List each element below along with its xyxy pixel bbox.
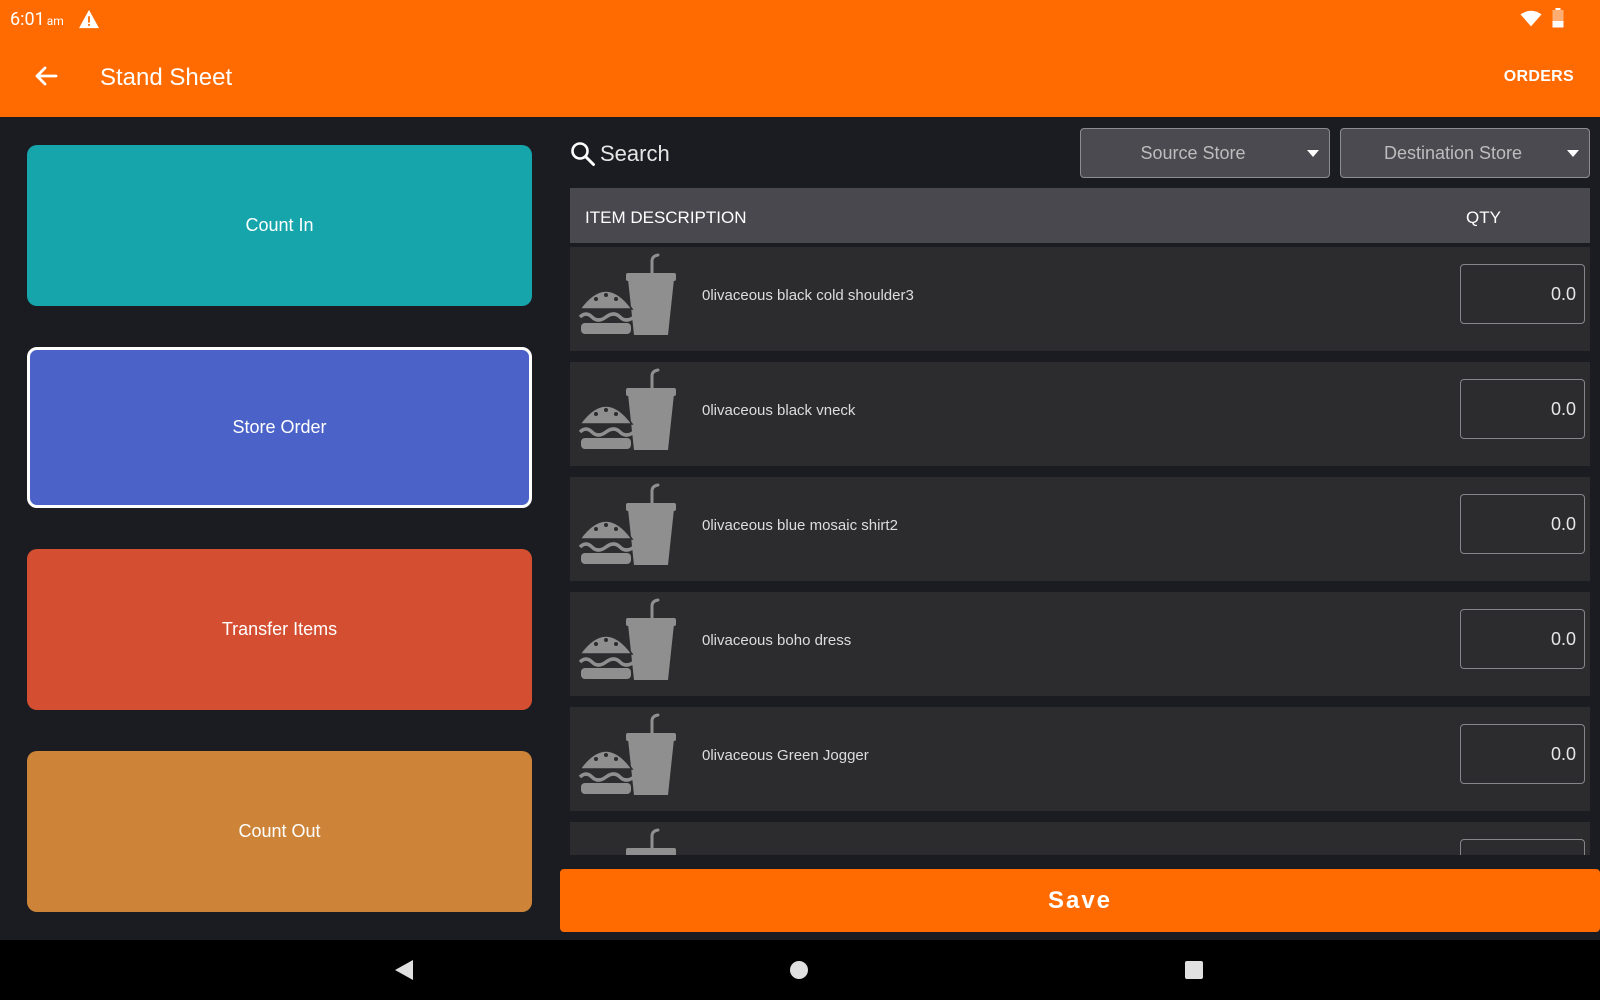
wifi-icon xyxy=(1520,10,1542,27)
item-description: 0livaceous black cold shoulder3 xyxy=(702,287,914,304)
warning-icon xyxy=(79,9,99,29)
food-drink-icon xyxy=(578,828,676,855)
count-in-button[interactable]: Count In xyxy=(27,145,532,306)
caret-down-icon xyxy=(1567,150,1579,157)
food-drink-icon xyxy=(578,368,676,450)
status-time-value: 6:01 xyxy=(10,9,45,30)
app-bar: Stand Sheet ORDERS xyxy=(0,38,1600,117)
food-drink-icon xyxy=(578,253,676,335)
column-header-description: ITEM DESCRIPTION xyxy=(585,208,747,227)
search-bar xyxy=(570,134,1070,174)
table-row[interactable]: 0livaceous boho dress 0.0 xyxy=(570,592,1590,696)
column-header-qty: QTY xyxy=(1466,208,1501,227)
search-input[interactable] xyxy=(600,141,1040,167)
nav-recents-icon[interactable] xyxy=(1185,961,1203,979)
item-description: 0livaceous Green Jogger xyxy=(702,747,869,764)
food-drink-icon xyxy=(578,713,676,795)
item-description: 0livaceous blue mosaic shirt2 xyxy=(702,517,898,534)
table-row[interactable]: 0livaceous black vneck 0.0 xyxy=(570,362,1590,466)
qty-input[interactable] xyxy=(1460,839,1585,855)
item-description: 0livaceous boho dress xyxy=(702,632,852,649)
save-button[interactable]: Save xyxy=(560,869,1600,932)
food-drink-icon xyxy=(578,483,676,565)
table-row[interactable]: 0livaceous black cold shoulder3 0.0 xyxy=(570,247,1590,351)
destination-store-dropdown[interactable]: Destination Store xyxy=(1340,128,1590,178)
nav-home-icon[interactable] xyxy=(790,961,808,979)
search-icon[interactable] xyxy=(570,141,596,167)
qty-input[interactable]: 0.0 xyxy=(1460,494,1585,554)
source-store-dropdown[interactable]: Source Store xyxy=(1080,128,1330,178)
destination-store-label: Destination Store xyxy=(1383,142,1523,163)
action-panel: Count In Store Order Transfer Items Coun… xyxy=(0,117,560,940)
qty-input[interactable]: 0.0 xyxy=(1460,724,1585,784)
status-bar: 6:01 am xyxy=(0,0,1600,38)
table-row[interactable] xyxy=(570,822,1590,855)
orders-button[interactable]: ORDERS xyxy=(1504,68,1574,86)
transfer-items-button[interactable]: Transfer Items xyxy=(27,549,532,710)
caret-down-icon xyxy=(1307,150,1319,157)
navigation-bar xyxy=(0,940,1600,1000)
qty-input[interactable]: 0.0 xyxy=(1460,264,1585,324)
qty-input[interactable]: 0.0 xyxy=(1460,609,1585,669)
food-drink-icon xyxy=(578,598,676,680)
store-order-button[interactable]: Store Order xyxy=(27,347,532,508)
count-out-button[interactable]: Count Out xyxy=(27,751,532,912)
table-row[interactable]: 0livaceous blue mosaic shirt2 0.0 xyxy=(570,477,1590,581)
status-time: 6:01 am xyxy=(10,9,64,30)
qty-input[interactable]: 0.0 xyxy=(1460,379,1585,439)
nav-back-icon[interactable] xyxy=(394,959,414,981)
arrow-left-icon[interactable] xyxy=(28,58,64,94)
item-list[interactable]: 0livaceous black cold shoulder3 0.0 0livac… xyxy=(570,247,1590,855)
page-title: Stand Sheet xyxy=(100,64,233,91)
status-time-ampm: am xyxy=(46,14,64,28)
table-header: ITEM DESCRIPTION QTY xyxy=(570,188,1590,243)
table-row[interactable]: 0livaceous Green Jogger 0.0 xyxy=(570,707,1590,811)
source-store-label: Source Store xyxy=(1140,142,1246,163)
item-description: 0livaceous black vneck xyxy=(702,402,856,419)
battery-icon xyxy=(1552,8,1564,28)
